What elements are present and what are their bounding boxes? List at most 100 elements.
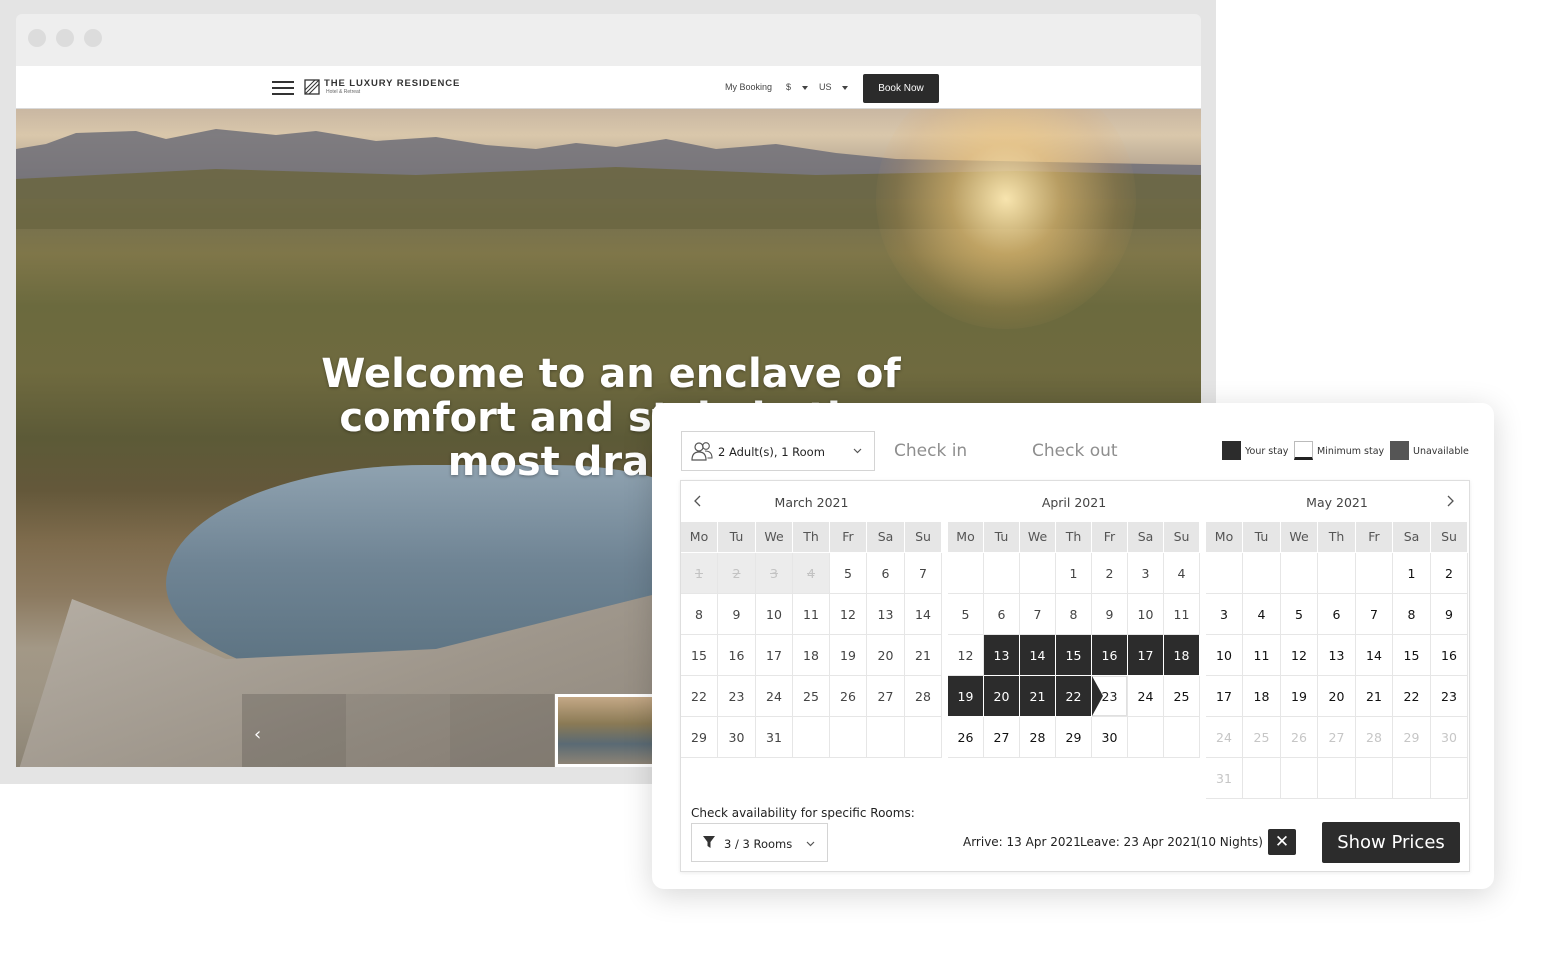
calendar-day[interactable]: 19 [948, 676, 984, 717]
calendar-day[interactable]: 18 [1164, 635, 1200, 676]
window-close-dot[interactable] [28, 29, 46, 47]
calendar-day[interactable]: 10 [756, 594, 793, 635]
calendar-day[interactable]: 28 [1356, 717, 1393, 758]
calendar-day[interactable]: 2 [1431, 553, 1468, 594]
calendar-day[interactable]: 11 [1243, 635, 1281, 676]
window-maximize-dot[interactable] [84, 29, 102, 47]
calendar-day[interactable]: 18 [1243, 676, 1281, 717]
logo-title[interactable]: THE LUXURY RESIDENCE [324, 78, 460, 89]
calendar-day[interactable]: 12 [948, 635, 984, 676]
calendar-day[interactable]: 25 [793, 676, 830, 717]
calendar-day[interactable]: 2 [1092, 553, 1128, 594]
calendar-day[interactable]: 9 [1431, 594, 1468, 635]
calendar-day[interactable]: 4 [1243, 594, 1281, 635]
chevron-left-icon[interactable]: ‹ [254, 724, 261, 745]
calendar-day[interactable]: 26 [948, 717, 984, 758]
calendar-day[interactable]: 15 [1056, 635, 1092, 676]
calendar-day[interactable]: 6 [1318, 594, 1356, 635]
calendar-day[interactable]: 28 [1020, 717, 1056, 758]
calendar-day[interactable]: 1 [1056, 553, 1092, 594]
calendar-day[interactable]: 29 [1393, 717, 1431, 758]
calendar-day[interactable]: 22 [1056, 676, 1092, 717]
calendar-day[interactable]: 4 [1164, 553, 1200, 594]
calendar-day[interactable]: 28 [905, 676, 942, 717]
calendar-day[interactable]: 15 [1393, 635, 1431, 676]
calendar-day[interactable]: 14 [905, 594, 942, 635]
calendar-day[interactable]: 10 [1206, 635, 1243, 676]
calendar-day[interactable]: 16 [718, 635, 756, 676]
calendar-day[interactable]: 29 [1056, 717, 1092, 758]
guests-select[interactable]: 2 Adult(s), 1 Room [681, 431, 875, 471]
calendar-day[interactable]: 31 [1206, 758, 1243, 799]
calendar-day[interactable]: 26 [1281, 717, 1318, 758]
calendar-day[interactable]: 5 [830, 553, 867, 594]
calendar-day[interactable]: 23 [718, 676, 756, 717]
calendar-day[interactable]: 1 [1393, 553, 1431, 594]
calendar-day[interactable]: 18 [793, 635, 830, 676]
calendar-day[interactable]: 10 [1128, 594, 1164, 635]
calendar-day[interactable]: 29 [681, 717, 718, 758]
calendar-day[interactable]: 9 [718, 594, 756, 635]
calendar-day[interactable]: 6 [984, 594, 1020, 635]
language-select[interactable]: US [819, 82, 832, 92]
calendar-day[interactable]: 17 [1128, 635, 1164, 676]
calendar-day[interactable]: 23 [1431, 676, 1468, 717]
calendar-day[interactable]: 13 [984, 635, 1020, 676]
calendar-day[interactable]: 22 [681, 676, 718, 717]
calendar-day[interactable]: 3 [1128, 553, 1164, 594]
calendar-day[interactable]: 21 [1020, 676, 1056, 717]
calendar-day[interactable]: 14 [1356, 635, 1393, 676]
calendar-day[interactable]: 16 [1092, 635, 1128, 676]
calendar-day[interactable]: 21 [1356, 676, 1393, 717]
calendar-day[interactable]: 13 [867, 594, 905, 635]
calendar-day[interactable]: 13 [1318, 635, 1356, 676]
gallery-thumbnail[interactable] [450, 694, 554, 767]
calendar-day[interactable]: 11 [793, 594, 830, 635]
calendar-day[interactable]: 7 [1356, 594, 1393, 635]
check-in-field[interactable]: Check in [894, 441, 967, 461]
calendar-day[interactable]: 8 [1056, 594, 1092, 635]
calendar-day[interactable]: 5 [1281, 594, 1318, 635]
calendar-day[interactable]: 7 [1020, 594, 1056, 635]
calendar-day[interactable]: 19 [1281, 676, 1318, 717]
calendar-day[interactable]: 30 [1431, 717, 1468, 758]
calendar-day[interactable]: 11 [1164, 594, 1200, 635]
rooms-filter-select[interactable]: 3 / 3 Rooms [691, 823, 828, 862]
book-now-button[interactable]: Book Now [863, 74, 939, 103]
calendar-day[interactable]: 20 [984, 676, 1020, 717]
calendar-day[interactable]: 19 [830, 635, 867, 676]
calendar-day[interactable]: 27 [867, 676, 905, 717]
calendar-day[interactable]: 21 [905, 635, 942, 676]
calendar-day[interactable]: 7 [905, 553, 942, 594]
calendar-day[interactable]: 5 [948, 594, 984, 635]
calendar-day[interactable]: 24 [1206, 717, 1243, 758]
check-out-field[interactable]: Check out [1032, 441, 1118, 461]
calendar-day[interactable]: 27 [984, 717, 1020, 758]
calendar-day[interactable]: 16 [1431, 635, 1468, 676]
calendar-day[interactable]: 15 [681, 635, 718, 676]
calendar-day[interactable]: 31 [756, 717, 793, 758]
calendar-day[interactable]: 17 [1206, 676, 1243, 717]
clear-dates-button[interactable]: ✕ [1268, 829, 1296, 855]
calendar-day[interactable]: 6 [867, 553, 905, 594]
calendar-day[interactable]: 25 [1243, 717, 1281, 758]
calendar-day[interactable]: 8 [1393, 594, 1431, 635]
calendar-day[interactable]: 27 [1318, 717, 1356, 758]
gallery-thumbnail[interactable] [346, 694, 450, 767]
calendar-day[interactable]: 20 [867, 635, 905, 676]
calendar-day[interactable]: 20 [1318, 676, 1356, 717]
calendar-day[interactable]: 14 [1020, 635, 1056, 676]
menu-icon[interactable] [272, 81, 294, 95]
calendar-day[interactable]: 12 [830, 594, 867, 635]
calendar-day[interactable]: 24 [1128, 676, 1164, 717]
show-prices-button[interactable]: Show Prices [1322, 822, 1460, 863]
calendar-day[interactable]: 3 [1206, 594, 1243, 635]
calendar-day[interactable]: 22 [1393, 676, 1431, 717]
calendar-day[interactable]: 30 [1092, 717, 1128, 758]
calendar-day[interactable]: 25 [1164, 676, 1200, 717]
calendar-day[interactable]: 24 [756, 676, 793, 717]
calendar-day[interactable]: 17 [756, 635, 793, 676]
calendar-day[interactable]: 12 [1281, 635, 1318, 676]
my-booking-link[interactable]: My Booking [725, 82, 772, 92]
calendar-day[interactable]: 9 [1092, 594, 1128, 635]
